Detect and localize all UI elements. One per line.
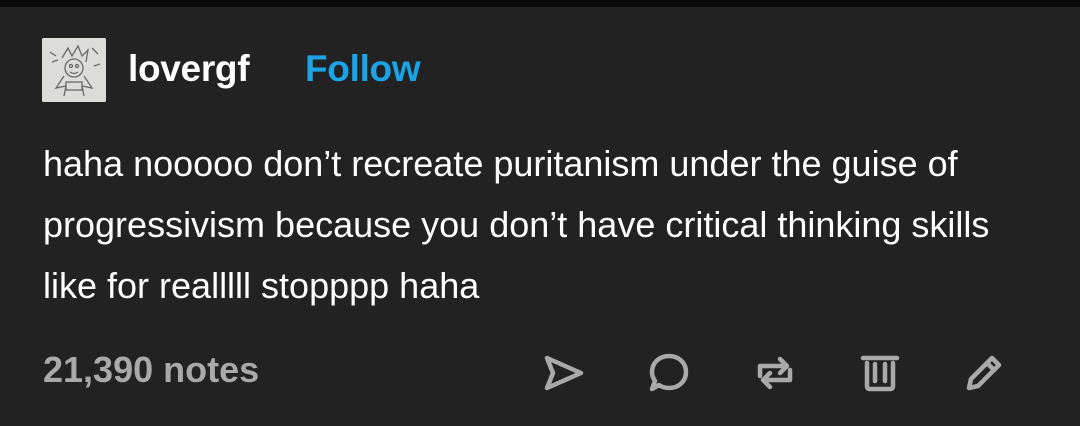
post-body: haha nooooo don’t recreate puritanism un… (43, 143, 990, 306)
avatar[interactable] (42, 38, 106, 102)
notes-count[interactable]: 21,390 notes (43, 347, 259, 393)
reply-button[interactable] (646, 350, 692, 396)
username-link[interactable]: lovergf (128, 43, 250, 95)
pencil-icon (966, 355, 1002, 391)
delete-button[interactable] (857, 350, 903, 396)
top-strip (0, 0, 1080, 7)
follow-button[interactable]: Follow (305, 43, 421, 95)
speech-bubble-icon (649, 353, 689, 392)
reblog-icon (757, 356, 793, 390)
post-card: lovergf Follow haha nooooo don’t recreat… (0, 7, 1080, 426)
edit-button[interactable] (961, 350, 1007, 396)
trash-icon (860, 355, 900, 392)
send-icon (544, 355, 584, 391)
reblog-button[interactable] (752, 350, 798, 396)
share-button[interactable] (541, 350, 587, 396)
